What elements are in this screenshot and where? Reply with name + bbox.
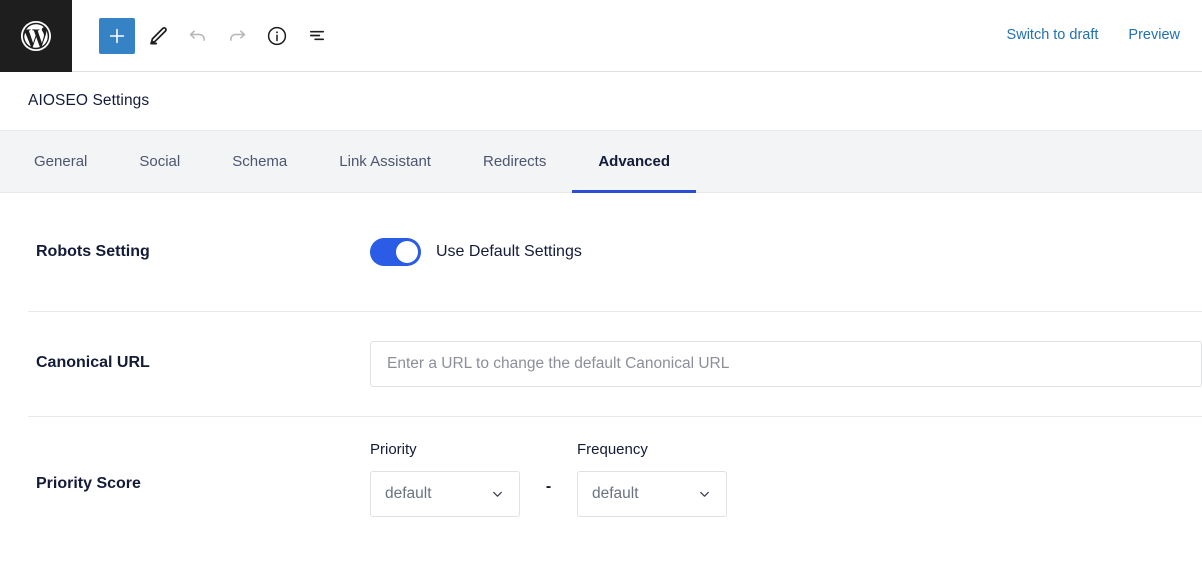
page-title: AIOSEO Settings <box>28 92 150 109</box>
undo-icon <box>186 24 209 47</box>
frequency-select-value: default <box>592 485 639 502</box>
priority-score-controls: Priority default - Frequency default <box>370 442 727 517</box>
redo-icon <box>226 24 249 47</box>
wordpress-logo-button[interactable] <box>0 0 72 72</box>
priority-score-row: Priority Score Priority default - Freque… <box>0 416 1202 546</box>
preview-link[interactable]: Preview <box>1124 22 1184 49</box>
use-default-settings-toggle[interactable] <box>370 238 421 266</box>
tab-redirects-label: Redirects <box>482 153 547 170</box>
use-default-settings-label: Use Default Settings <box>436 243 582 260</box>
tab-general-label: General <box>34 153 88 170</box>
tab-social[interactable]: Social <box>113 131 206 192</box>
undo-button[interactable] <box>179 18 215 54</box>
tab-general[interactable]: General <box>8 131 113 192</box>
tab-advanced-label: Advanced <box>598 153 671 170</box>
edit-tool-button[interactable] <box>139 18 175 54</box>
aioseo-settings-panel: AIOSEO Settings General Social Schema Li… <box>0 72 1202 546</box>
tab-advanced[interactable]: Advanced <box>572 131 696 193</box>
frequency-select-label: Frequency <box>577 441 648 458</box>
tab-link-assistant-label: Link Assistant <box>339 153 431 170</box>
tab-social-label: Social <box>139 153 181 170</box>
tab-schema[interactable]: Schema <box>206 131 313 192</box>
tab-redirects[interactable]: Redirects <box>457 131 572 192</box>
wordpress-logo-icon <box>18 18 54 54</box>
chevron-down-icon <box>697 487 712 502</box>
priority-score-label: Priority Score <box>36 475 141 492</box>
tab-schema-label: Schema <box>232 153 288 170</box>
priority-select-value: default <box>385 485 432 502</box>
info-icon <box>265 24 289 48</box>
robots-setting-content: Use Default Settings <box>370 238 1202 266</box>
priority-select-label: Priority <box>370 441 417 458</box>
aioseo-tab-bar: General Social Schema Link Assistant Red… <box>0 130 1202 193</box>
pencil-icon <box>146 24 169 47</box>
canonical-url-content <box>370 340 1202 387</box>
plus-icon <box>106 25 128 47</box>
list-view-icon <box>306 24 329 47</box>
toggle-knob <box>396 241 418 263</box>
priority-select[interactable]: default <box>370 471 520 517</box>
canonical-url-row: Canonical URL <box>0 311 1202 416</box>
list-view-button[interactable] <box>299 18 335 54</box>
priority-score-content: Priority default - Frequency default <box>370 442 1202 517</box>
canonical-url-label: Canonical URL <box>36 354 150 372</box>
toolbar-actions-group: Switch to draft Preview <box>1003 22 1184 49</box>
details-button[interactable] <box>259 18 295 54</box>
priority-frequency-separator: - <box>545 478 552 495</box>
robots-setting-row: Robots Setting Use Default Settings <box>0 193 1202 311</box>
robots-setting-label: Robots Setting <box>36 242 150 260</box>
frequency-select[interactable]: default <box>577 471 727 517</box>
frequency-select-field: Frequency default <box>577 442 727 517</box>
editor-toolbar: Switch to draft Preview <box>0 0 1202 72</box>
redo-button[interactable] <box>219 18 255 54</box>
use-default-settings-control: Use Default Settings <box>370 238 582 266</box>
switch-to-draft-link[interactable]: Switch to draft <box>1003 22 1103 49</box>
priority-select-field: Priority default <box>370 442 520 517</box>
canonical-url-input[interactable] <box>370 340 1202 387</box>
chevron-down-icon <box>490 487 505 502</box>
settings-body: Robots Setting Use Default Settings Cano… <box>0 193 1202 546</box>
aioseo-panel-header: AIOSEO Settings <box>0 72 1202 130</box>
tab-link-assistant[interactable]: Link Assistant <box>313 131 457 192</box>
toolbar-tools-group <box>99 17 335 54</box>
add-block-button[interactable] <box>99 17 135 54</box>
